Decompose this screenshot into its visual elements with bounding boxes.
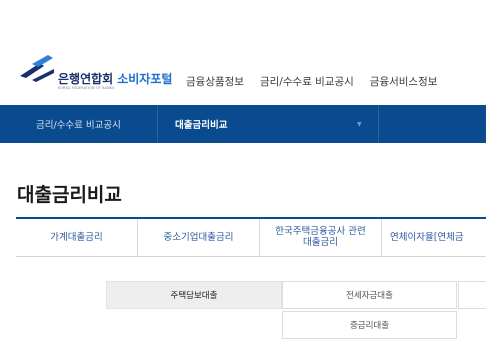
tab-household-loan[interactable]: 가계대출금리: [16, 219, 138, 257]
tab-label-line1: 한국주택금융공사 관련: [275, 226, 366, 238]
subtab-label: 주택담보대출: [170, 291, 218, 301]
top-navigation: 금융상품정보 금리/수수료 비교공시 금융서비스정보: [186, 74, 437, 89]
subtab-cutoff[interactable]: [458, 281, 486, 309]
subtab-mortgage[interactable]: 주택담보대출: [106, 281, 282, 309]
logo-mark-icon: [20, 55, 54, 82]
tab-label: 한국주택금융공사 관련 대출금리: [275, 226, 366, 249]
breadcrumb-divider: [157, 105, 158, 143]
tab-label: 중소기업대출금리: [163, 231, 234, 243]
top-nav-item-rates[interactable]: 금리/수수료 비교공시: [260, 74, 354, 89]
subtab-label: 중금리대출: [349, 321, 390, 331]
breadcrumb-divider: [378, 105, 379, 143]
tab-label: 연체이자율[연체금: [390, 231, 464, 243]
logo-subtitle: KOREA FEDERATION OF BANKS: [58, 86, 115, 90]
page-title: 대출금리비교: [17, 184, 122, 206]
subtab-jeonse[interactable]: 전세자금대출: [282, 281, 457, 309]
site-logo[interactable]: 은행연합회 소비자포털 KOREA FEDERATION OF BANKS: [18, 54, 172, 90]
top-nav-item-services[interactable]: 금융서비스정보: [370, 74, 438, 89]
logo-wordmark: 은행연합회 소비자포털: [58, 70, 172, 87]
tab-hf-loan[interactable]: 한국주택금융공사 관련 대출금리: [260, 219, 382, 257]
rate-category-tabs: 가계대출금리 중소기업대출금리 한국주택금융공사 관련 대출금리 연체이자율[연…: [16, 217, 486, 257]
breadcrumb-level2[interactable]: 대출금리비교: [175, 117, 227, 131]
chevron-down-icon[interactable]: ▼: [357, 121, 362, 128]
tab-overdue-rate[interactable]: 연체이자율[연체금: [382, 219, 486, 257]
logo-portal: 소비자포털: [117, 72, 173, 86]
site-header: 은행연합회 소비자포털 KOREA FEDERATION OF BANKS 금융상…: [0, 0, 486, 114]
breadcrumb-bar: 금리/수수료 비교공시 대출금리비교 ▼: [0, 105, 486, 143]
subtab-midrate[interactable]: 중금리대출: [282, 311, 457, 339]
tab-label-line2: 대출금리: [303, 237, 338, 248]
logo-name: 은행연합회: [58, 72, 114, 86]
top-nav-item-products[interactable]: 금융상품정보: [186, 74, 244, 89]
subtab-label: 전세자금대출: [346, 291, 393, 301]
tab-label: 가계대출금리: [50, 231, 103, 243]
breadcrumb-level1[interactable]: 금리/수수료 비교공시: [36, 117, 121, 131]
tab-sme-loan[interactable]: 중소기업대출금리: [138, 219, 260, 257]
